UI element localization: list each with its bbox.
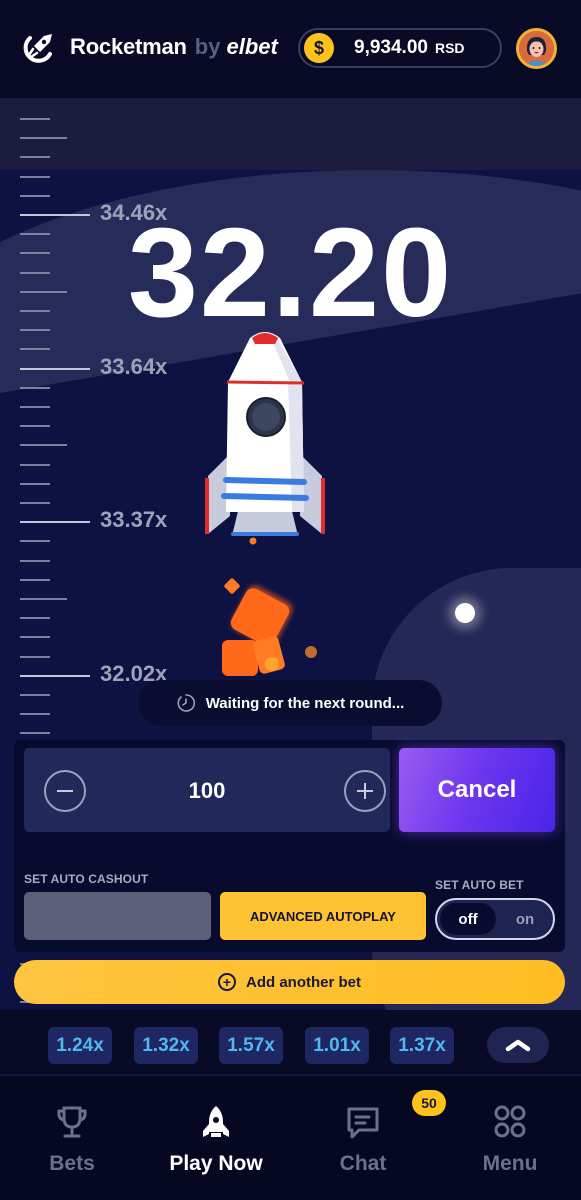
- toggle-on-option[interactable]: on: [499, 903, 551, 935]
- auto-cashout-input[interactable]: [24, 892, 211, 940]
- nav-label: Bets: [49, 1152, 95, 1175]
- ruler-minor-tick: [20, 732, 50, 735]
- ruler-mid-tick: [20, 598, 67, 600]
- round-status: Waiting for the next round...: [138, 680, 442, 726]
- chat-icon: 50: [343, 1090, 446, 1142]
- history-item[interactable]: 1.37x: [390, 1027, 454, 1064]
- ruler-minor-tick: [20, 713, 50, 716]
- brand-name: elbet: [226, 34, 278, 59]
- app-header: Rocketman by elbet $ 9,934.00 RSD: [0, 0, 581, 98]
- expand-history-button[interactable]: [487, 1027, 549, 1063]
- ruler-minor-tick: [20, 175, 50, 178]
- ruler-minor-tick: [20, 694, 50, 696]
- grid-icon: [490, 1102, 530, 1142]
- auto-bet-toggle[interactable]: off on: [435, 898, 555, 940]
- plus-icon: [357, 783, 373, 799]
- current-multiplier: 32.20: [127, 202, 454, 343]
- auto-cashout-label: SET AUTO CASHOUT: [24, 872, 149, 886]
- history-item[interactable]: 1.57x: [219, 1027, 283, 1064]
- ruler-minor-tick: [20, 386, 50, 389]
- add-bet-label: Add another bet: [246, 973, 361, 991]
- ruler-minor-tick: [20, 118, 50, 120]
- ruler-mid-tick: [20, 137, 67, 140]
- chevron-up-icon: [505, 1039, 531, 1052]
- bet-amount-stepper: 100: [24, 748, 390, 832]
- chat-unread-badge: 50: [412, 1090, 446, 1116]
- rocket-globe-icon: [23, 34, 52, 63]
- ruler-major-tick: [20, 674, 90, 677]
- ruler-minor-tick: [20, 425, 50, 428]
- ruler-minor-tick: [20, 156, 50, 159]
- star-glow: [455, 603, 475, 623]
- trophy-icon: [52, 1102, 92, 1142]
- ruler-label: 33.37x: [100, 507, 168, 533]
- cancel-bet-button[interactable]: Cancel: [399, 748, 555, 832]
- add-another-bet-button[interactable]: + Add another bet: [14, 960, 565, 1004]
- advanced-autoplay-button[interactable]: ADVANCED AUTOPLAY: [220, 892, 426, 940]
- multiplier-history: 1.24x 1.32x 1.57x 1.01x 1.37x: [0, 1010, 581, 1076]
- ruler-minor-tick: [20, 482, 50, 485]
- auto-bet-label: SET AUTO BET: [435, 878, 524, 892]
- nav-item-chat[interactable]: 50 Chat: [303, 1090, 446, 1176]
- ruler-label: 33.64x: [100, 353, 168, 379]
- bottom-nav: Bets Play Now 50 Chat Menu: [0, 1074, 581, 1200]
- balance-pill[interactable]: $ 9,934.00 RSD: [298, 28, 502, 68]
- app-by: by: [194, 34, 221, 59]
- ruler-minor-tick: [20, 655, 50, 658]
- ruler-minor-tick: [20, 559, 50, 562]
- ruler-major-tick: [20, 367, 90, 370]
- ruler-minor-tick: [20, 540, 50, 543]
- nav-item-menu[interactable]: Menu: [450, 1102, 570, 1176]
- avatar[interactable]: [516, 28, 557, 69]
- timer-icon: [177, 694, 195, 712]
- rocket-flames: [222, 578, 317, 676]
- history-item[interactable]: 1.32x: [134, 1027, 198, 1064]
- nav-label: Play Now: [169, 1152, 263, 1175]
- ruler-minor-tick: [20, 406, 50, 408]
- toggle-off-option[interactable]: off: [440, 903, 496, 935]
- ruler-mid-tick: [20, 444, 67, 447]
- ruler-minor-tick: [20, 348, 50, 351]
- app-name: Rocketman: [70, 34, 187, 59]
- nav-item-bets[interactable]: Bets: [12, 1102, 132, 1176]
- ruler-minor-tick: [20, 502, 50, 504]
- balance-amount: 9,934.00: [354, 37, 428, 58]
- bet-panel: 100 Cancel SET AUTO CASHOUT ADVANCED AUT…: [14, 740, 565, 952]
- history-item[interactable]: 1.24x: [48, 1027, 112, 1064]
- increase-bet-button[interactable]: [344, 770, 386, 812]
- round-status-text: Waiting for the next round...: [205, 694, 405, 712]
- plus-circle-icon: +: [218, 973, 236, 991]
- rocket-icon: [196, 1102, 236, 1142]
- nav-item-play-now[interactable]: Play Now: [156, 1102, 276, 1176]
- bet-amount-value[interactable]: 100: [24, 778, 390, 804]
- ruler-minor-tick: [20, 636, 50, 639]
- nav-label: Menu: [482, 1152, 538, 1175]
- ruler-minor-tick: [20, 578, 50, 581]
- user-avatar-icon: [519, 31, 554, 66]
- nav-label: Chat: [339, 1152, 387, 1175]
- balance-currency: RSD: [434, 40, 465, 56]
- ruler-minor-tick: [20, 194, 50, 197]
- ruler-minor-tick: [20, 463, 50, 466]
- app-logo: Rocketman by elbet: [22, 30, 278, 64]
- coin-icon: $: [304, 33, 334, 63]
- history-item[interactable]: 1.01x: [305, 1027, 369, 1064]
- ruler-minor-tick: [20, 617, 50, 620]
- ruler-major-tick: [20, 521, 90, 524]
- rocket-icon: [205, 332, 325, 545]
